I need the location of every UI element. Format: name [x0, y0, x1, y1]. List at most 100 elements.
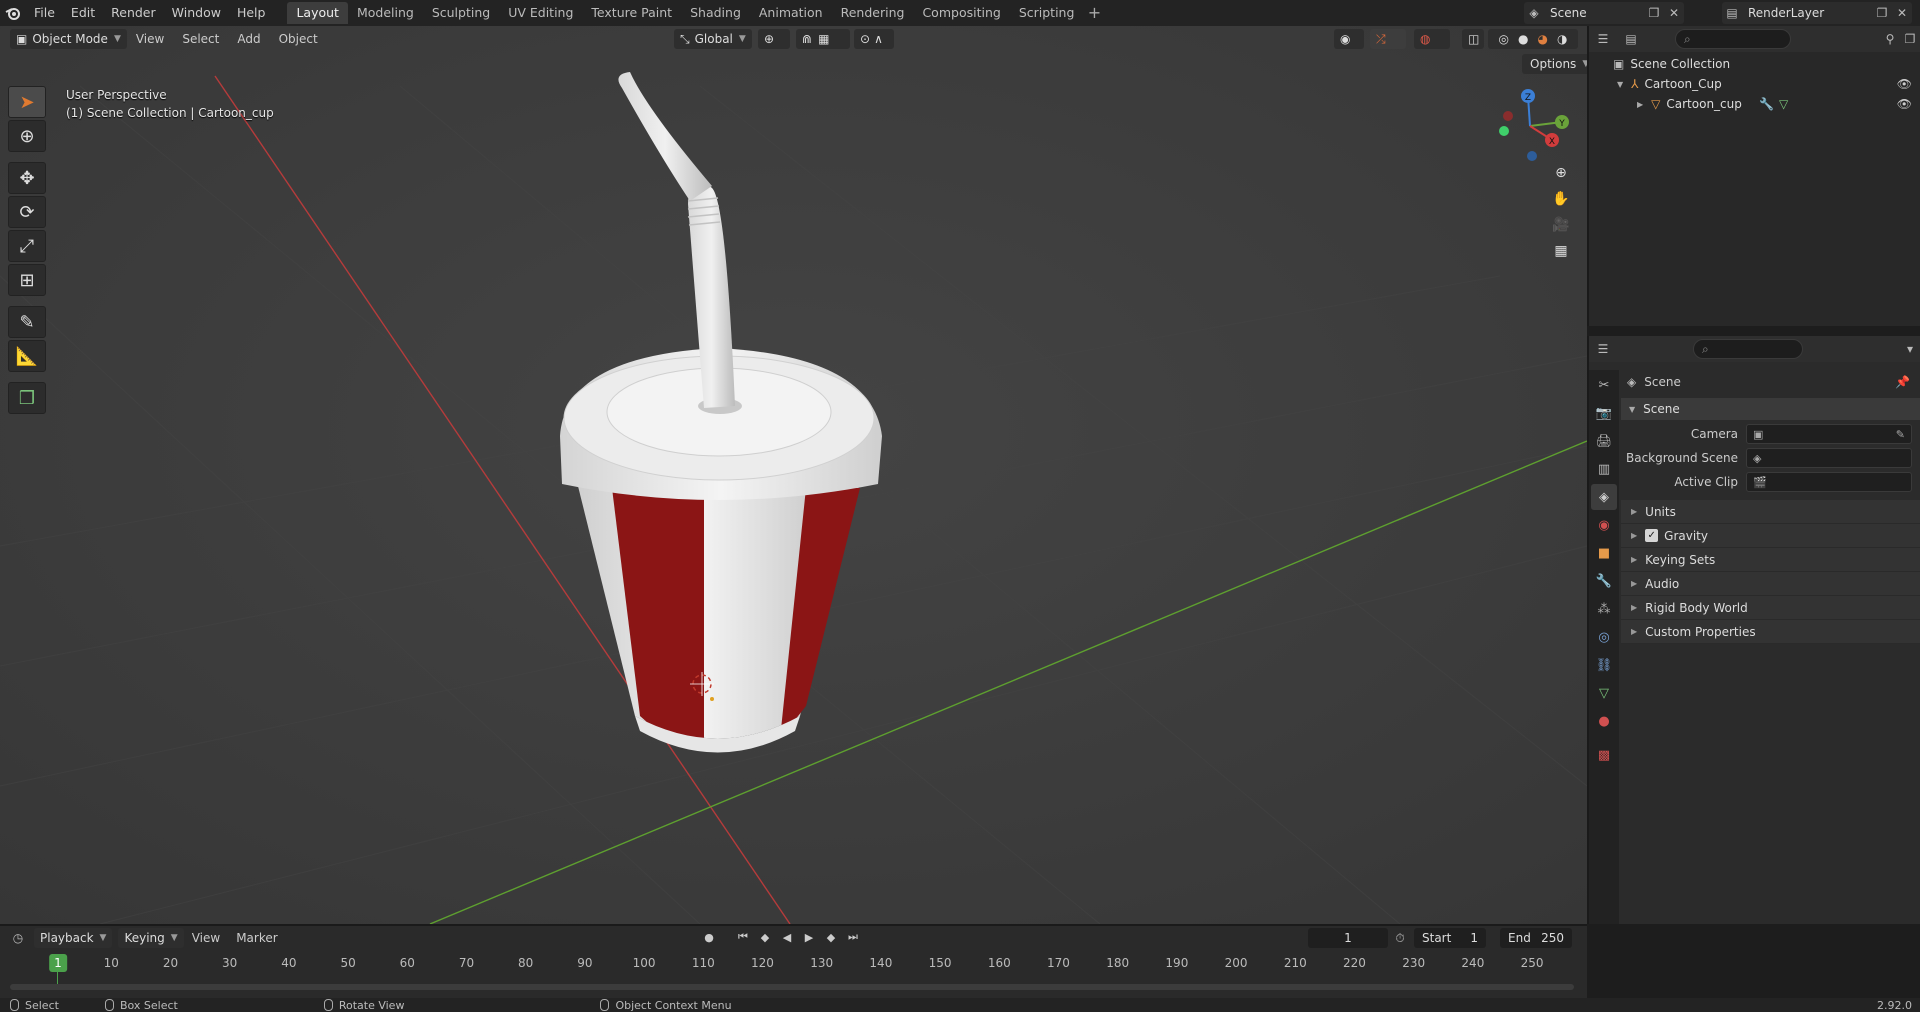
play-icon[interactable]: ▶ [800, 928, 818, 946]
custom-properties-panel[interactable]: ▶ Custom Properties [1621, 620, 1920, 644]
frame-ruler[interactable]: 1 10 20 30 40 50 60 70 80 90 100 110 120 130 140 150 16… [0, 950, 1587, 976]
tab-animation[interactable]: Animation [750, 2, 832, 24]
current-frame-field[interactable]: 1 [1308, 928, 1388, 948]
current-frame-indicator[interactable]: 1 [49, 954, 67, 972]
move-tool[interactable]: ✥ [8, 162, 46, 194]
jump-keyframe-back-icon[interactable]: ◆ [756, 928, 774, 946]
camera-field[interactable]: ▣ ✎ [1746, 424, 1912, 444]
tab-particles[interactable]: ⁂ [1591, 596, 1617, 622]
tab-physics[interactable]: ◎ [1591, 624, 1617, 650]
tab-data[interactable]: ▽ [1591, 680, 1617, 706]
record-icon[interactable]: ● [700, 928, 718, 946]
outliner-row-scene-collection[interactable]: ▣ Scene Collection [1589, 54, 1920, 74]
add-cube-tool[interactable]: ❒ [8, 382, 46, 414]
neg-x-gizmo-icon[interactable] [1503, 111, 1513, 121]
copy-scene-icon[interactable]: ❐ [1644, 3, 1664, 23]
rotate-tool[interactable]: ⟳ [8, 196, 46, 228]
editor-type-icon[interactable]: ☰ [1593, 339, 1613, 359]
active-clip-field[interactable]: 🎬 [1746, 472, 1912, 492]
add-workspace-button[interactable]: + [1083, 2, 1105, 24]
outliner-search-input[interactable]: ⌕ [1675, 29, 1791, 49]
transform-orientation-dropdown[interactable]: ⤡ Global ▼ [674, 29, 752, 49]
gizmo-toggle[interactable]: ⤮ [1370, 29, 1406, 49]
camera-view-button[interactable]: 🎥 [1548, 212, 1574, 238]
editor-type-icon[interactable]: ☰ [1593, 29, 1613, 49]
visibility-dropdown[interactable]: ◉ [1334, 29, 1364, 49]
scale-tool[interactable]: ⤢ [8, 230, 46, 262]
tab-rendering[interactable]: Rendering [832, 2, 914, 24]
close-scene-icon[interactable]: ✕ [1664, 3, 1684, 23]
tab-shading[interactable]: Shading [681, 2, 750, 24]
pan-view-button[interactable]: ✋ [1548, 186, 1574, 212]
scene-panel-header[interactable]: ▼ Scene [1621, 398, 1920, 420]
viewport-menu-object[interactable]: Object [270, 26, 327, 52]
timeline-scrollbar[interactable] [10, 984, 1574, 990]
menu-render[interactable]: Render [103, 0, 164, 26]
tab-layout[interactable]: Layout [287, 2, 348, 24]
tab-object[interactable]: ■ [1591, 540, 1617, 566]
wireframe-shading-icon[interactable]: ◎ [1499, 32, 1509, 46]
expand-arrow-icon[interactable]: ▶ [1637, 100, 1643, 109]
filter-icon[interactable]: ⚲ [1880, 29, 1900, 49]
menu-edit[interactable]: Edit [63, 0, 103, 26]
chevron-down-icon[interactable]: ▾ [1900, 339, 1920, 359]
menu-window[interactable]: Window [164, 0, 229, 26]
neg-y-gizmo-icon[interactable] [1499, 126, 1509, 136]
menu-file[interactable]: File [26, 0, 63, 26]
overlays-toggle[interactable]: ◍ [1414, 29, 1450, 49]
copy-view-layer-icon[interactable]: ❐ [1872, 3, 1892, 23]
new-collection-icon[interactable]: ❐ [1900, 29, 1920, 49]
tab-material[interactable]: ● [1591, 708, 1617, 734]
keying-menu[interactable]: Keying ▼ [118, 928, 184, 948]
tab-uv-editing[interactable]: UV Editing [499, 2, 582, 24]
keying-sets-panel[interactable]: ▶ Keying Sets [1621, 548, 1920, 572]
tab-world[interactable]: ◉ [1591, 512, 1617, 538]
timeline-view-menu[interactable]: View [184, 931, 228, 945]
tab-sculpting[interactable]: Sculpting [423, 2, 499, 24]
transform-tool[interactable]: ⊞ [8, 264, 46, 296]
view-layer-selector[interactable]: ▤ RenderLayer ❐ ✕ [1722, 2, 1912, 24]
neg-z-gizmo-icon[interactable] [1527, 151, 1537, 161]
rendered-shading-icon[interactable]: ◑ [1557, 32, 1567, 46]
gravity-checkbox[interactable]: ✓ [1645, 529, 1659, 542]
snap-dropdown[interactable]: ⋒ ▦ [796, 29, 850, 49]
viewport-menu-select[interactable]: Select [173, 26, 228, 52]
menu-help[interactable]: Help [229, 0, 274, 26]
shading-mode-buttons[interactable]: ◎ ● ◕ ◑ [1488, 29, 1578, 49]
end-frame-field[interactable]: End 250 [1500, 928, 1572, 948]
playback-menu[interactable]: Playback ▼ [34, 928, 113, 948]
jump-keyframe-forward-icon[interactable]: ◆ [822, 928, 840, 946]
navigation-gizmo[interactable]: Y Z X [1490, 86, 1570, 166]
gravity-panel[interactable]: ▶ ✓ Gravity [1621, 524, 1920, 548]
solid-shading-icon[interactable]: ● [1518, 32, 1528, 46]
viewport-menu-view[interactable]: View [127, 26, 173, 52]
tab-scripting[interactable]: Scripting [1010, 2, 1084, 24]
tab-scene[interactable]: ◈ [1591, 484, 1617, 510]
pivot-point-dropdown[interactable]: ⊕ [758, 29, 790, 49]
jump-start-icon[interactable]: ⏮ [734, 928, 752, 946]
ortho-toggle-button[interactable]: ▦ [1548, 238, 1574, 264]
viewport-menu-add[interactable]: Add [228, 26, 269, 52]
eyedropper-icon[interactable]: ✎ [1896, 428, 1905, 441]
audio-panel[interactable]: ▶ Audio [1621, 572, 1920, 596]
mesh-data-icon[interactable]: ▽ [1779, 97, 1788, 111]
tab-constraints[interactable]: ⛓ [1591, 652, 1617, 678]
measure-tool[interactable]: 📐 [8, 340, 46, 372]
scene-selector[interactable]: ◈ Scene ❐ ✕ [1524, 2, 1684, 24]
stopwatch-icon[interactable]: ⏱ [1390, 928, 1410, 948]
expand-arrow-icon[interactable]: ▼ [1617, 80, 1623, 89]
tab-texture-paint[interactable]: Texture Paint [582, 2, 681, 24]
3d-viewport[interactable]: ▣ Object Mode ▼ View Select Add Object ⤡… [0, 26, 1587, 924]
visibility-eye-icon[interactable]: 👁 [1897, 97, 1912, 111]
pin-icon[interactable]: 📌 [1895, 375, 1910, 389]
object-mode-dropdown[interactable]: ▣ Object Mode ▼ [10, 29, 127, 49]
tab-view-layer[interactable]: ▥ [1591, 456, 1617, 482]
play-reverse-icon[interactable]: ◀ [778, 928, 796, 946]
visibility-eye-icon[interactable]: 👁 [1897, 77, 1912, 91]
xray-toggle[interactable]: ◫ [1462, 29, 1484, 49]
zoom-view-button[interactable]: ⊕ [1548, 160, 1574, 186]
close-view-layer-icon[interactable]: ✕ [1892, 3, 1912, 23]
editor-type-icon[interactable]: ◷ [8, 928, 28, 948]
blender-logo-icon[interactable] [0, 0, 26, 26]
tab-modeling[interactable]: Modeling [348, 2, 423, 24]
